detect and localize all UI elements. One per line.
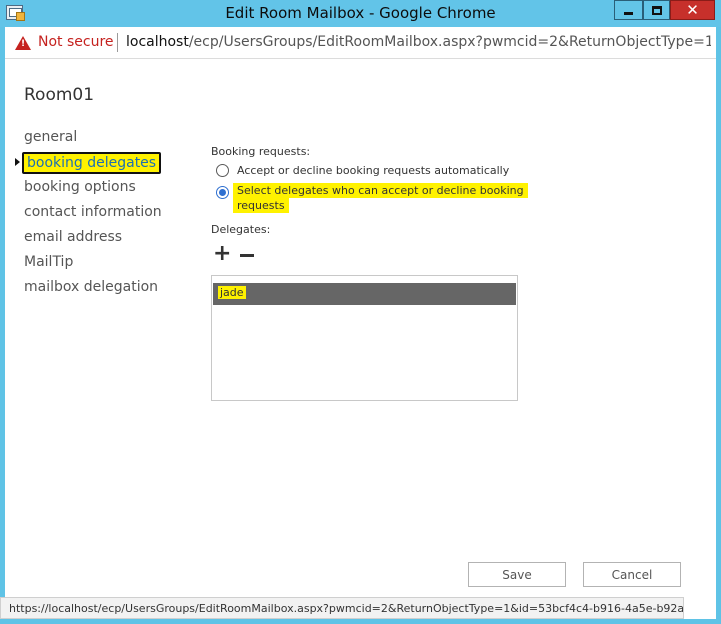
nav-item-contact-information[interactable]: contact information [24,204,162,220]
minimize-button[interactable] [614,0,643,20]
address-bar[interactable]: Not secure localhost/ecp/UsersGroups/Edi… [5,27,716,59]
url-host: localhost [126,34,189,50]
select-delegates-label[interactable]: Select delegates who can accept or decli… [233,183,528,215]
address-separator [117,33,118,52]
nav-item-mailtip[interactable]: MailTip [24,254,73,270]
nav-item-booking-options[interactable]: booking options [24,179,136,195]
nav-item-general[interactable]: general [24,129,77,145]
select-delegates-label-line1: Select delegates who can accept or decli… [233,183,528,198]
save-button[interactable]: Save [468,562,566,587]
remove-icon[interactable] [240,254,254,257]
status-bar: https://localhost/ecp/UsersGroups/EditRo… [0,597,684,619]
booking-requests-label: Booking requests: [211,145,311,158]
window-title: Edit Room Mailbox - Google Chrome [225,4,496,22]
nav-item-booking-delegates[interactable]: booking delegates [22,152,162,174]
delegates-list[interactable]: jade [211,275,518,401]
nav-item-email-address[interactable]: email address [24,229,122,245]
auto-accept-label[interactable]: Accept or decline booking requests autom… [237,164,509,177]
url-path: /ecp/UsersGroups/EditRoomMailbox.aspx?pw… [188,34,711,50]
security-indicator[interactable]: Not secure [38,34,114,50]
minimize-icon [624,12,633,15]
delegate-name: jade [218,286,246,299]
maximize-icon [651,5,662,15]
url-text[interactable]: localhost/ecp/UsersGroups/EditRoomMailbo… [126,34,711,50]
select-delegates-radio[interactable] [216,186,229,199]
cancel-button[interactable]: Cancel [583,562,681,587]
auto-accept-radio[interactable] [216,164,229,177]
title-bar: Edit Room Mailbox - Google Chrome ✕ [0,0,721,27]
select-delegates-label-line2: requests [233,198,289,213]
add-icon[interactable]: + [213,243,231,265]
page-title: Room01 [24,85,95,105]
list-item[interactable]: jade [213,283,516,305]
nav-item-mailbox-delegation[interactable]: mailbox delegation [24,279,158,295]
delegates-label: Delegates: [211,223,271,236]
close-button[interactable]: ✕ [670,0,715,20]
dialog-content: Room01 general booking delegates booking… [5,59,716,619]
close-icon: ✕ [686,0,699,19]
nav-arrow-icon [15,158,20,166]
maximize-button[interactable] [643,0,670,20]
warning-icon[interactable] [15,36,31,50]
